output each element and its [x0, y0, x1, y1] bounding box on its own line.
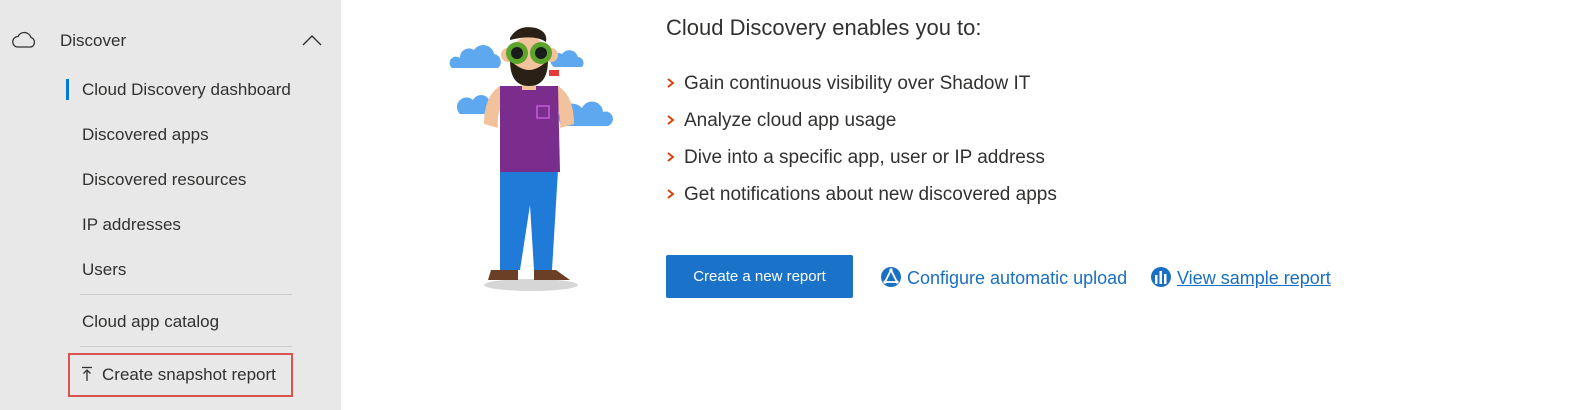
upload-arrow-icon	[82, 366, 92, 381]
cloud-icon	[12, 31, 36, 48]
feature-bullet-text: Gain continuous visibility over Shadow I…	[684, 73, 1031, 94]
nav-item-users[interactable]: Users	[82, 260, 126, 280]
discover-section-header[interactable]: Discover	[0, 22, 341, 62]
person-with-binoculars-illustration	[449, 27, 613, 291]
chevron-right-icon	[667, 78, 675, 88]
chevron-right-icon	[667, 152, 675, 162]
nav-item-cloud-discovery-dashboard[interactable]: Cloud Discovery dashboard	[82, 80, 291, 100]
view-sample-report-link[interactable]: View sample report	[1177, 268, 1331, 289]
main-title: Cloud Discovery enables you to:	[666, 15, 982, 40]
active-indicator	[66, 79, 69, 100]
chevron-up-icon[interactable]	[300, 32, 324, 48]
nav-item-discovered-resources[interactable]: Discovered resources	[82, 170, 246, 190]
configure-automatic-upload-link[interactable]: Configure automatic upload	[907, 268, 1127, 289]
section-title: Discover	[60, 31, 127, 50]
nav-item-ip-addresses[interactable]: IP addresses	[82, 215, 181, 235]
feature-bullet-text: Dive into a specific app, user or IP add…	[684, 147, 1045, 168]
feature-bullet-text: Analyze cloud app usage	[684, 110, 897, 131]
create-new-report-button[interactable]: Create a new report	[666, 255, 853, 298]
chevron-right-icon	[667, 189, 675, 199]
chevron-right-icon	[667, 115, 675, 125]
create-snapshot-report-link[interactable]: Create snapshot report	[102, 365, 276, 385]
feature-bullet-text: Get notifications about new discovered a…	[684, 184, 1057, 205]
bar-chart-icon[interactable]	[1150, 266, 1172, 288]
sidebar: Discover Cloud Discovery dashboard Disco…	[0, 0, 341, 410]
nav-item-cloud-app-catalog[interactable]: Cloud app catalog	[82, 312, 219, 332]
nav-divider	[80, 346, 292, 347]
configure-upload-icon[interactable]	[880, 266, 902, 288]
nav-divider	[80, 294, 292, 295]
nav-item-discovered-apps[interactable]: Discovered apps	[82, 125, 209, 145]
